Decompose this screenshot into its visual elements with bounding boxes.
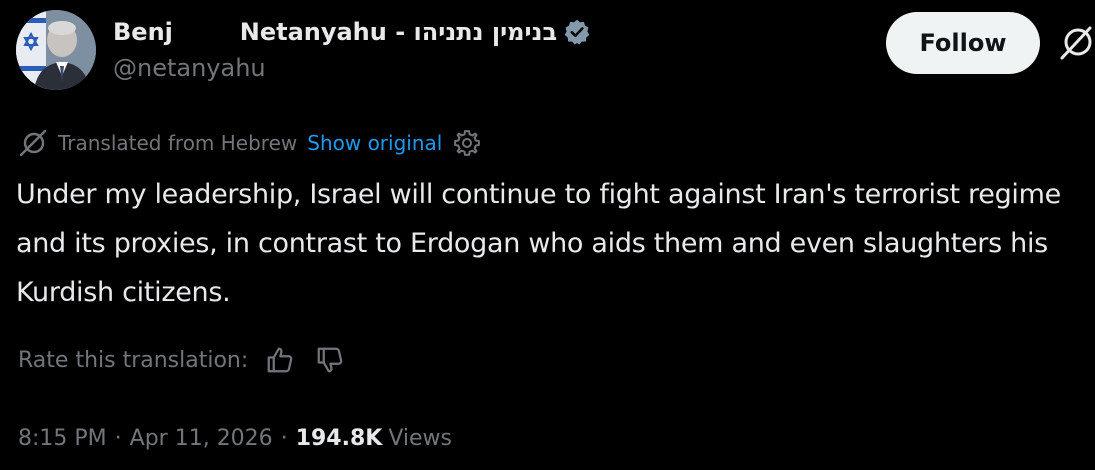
views-count: 194.8K xyxy=(295,425,383,451)
show-original-link[interactable]: Show original xyxy=(307,131,442,155)
tweet-text: Under my leadership, Israel will continu… xyxy=(16,179,1061,308)
author-name-row[interactable]: Benj Netanyahu - בנימין נתניהו xyxy=(113,14,591,50)
thumbs-down-icon[interactable] xyxy=(312,342,348,378)
translation-notice-text: Translated from Hebrew xyxy=(58,131,298,155)
translation-notice: Translated from Hebrew Show original xyxy=(18,126,482,160)
translate-icon xyxy=(18,128,48,158)
thumbs-up-icon[interactable] xyxy=(262,342,298,378)
gear-icon[interactable] xyxy=(452,128,482,158)
tweet-meta: 8:15 PM · Apr 11, 2026 · 194.8K Views xyxy=(18,418,452,458)
meta-separator: · xyxy=(114,425,122,451)
rate-translation: Rate this translation: xyxy=(18,340,348,380)
tweet-time[interactable]: 8:15 PM xyxy=(18,426,107,451)
meta-separator: · xyxy=(280,425,288,451)
rate-translation-label: Rate this translation: xyxy=(18,347,249,373)
grok-icon[interactable] xyxy=(1058,22,1094,62)
follow-button[interactable]: Follow xyxy=(886,12,1040,74)
avatar[interactable] xyxy=(16,10,96,90)
verified-badge-icon xyxy=(563,18,591,46)
views-label: Views xyxy=(388,425,452,451)
tweet-date[interactable]: Apr 11, 2026 xyxy=(130,426,273,451)
author-handle[interactable]: @netanyahu xyxy=(113,54,266,82)
author-display-name[interactable]: Benj Netanyahu - בנימין נתניהו xyxy=(113,18,557,46)
